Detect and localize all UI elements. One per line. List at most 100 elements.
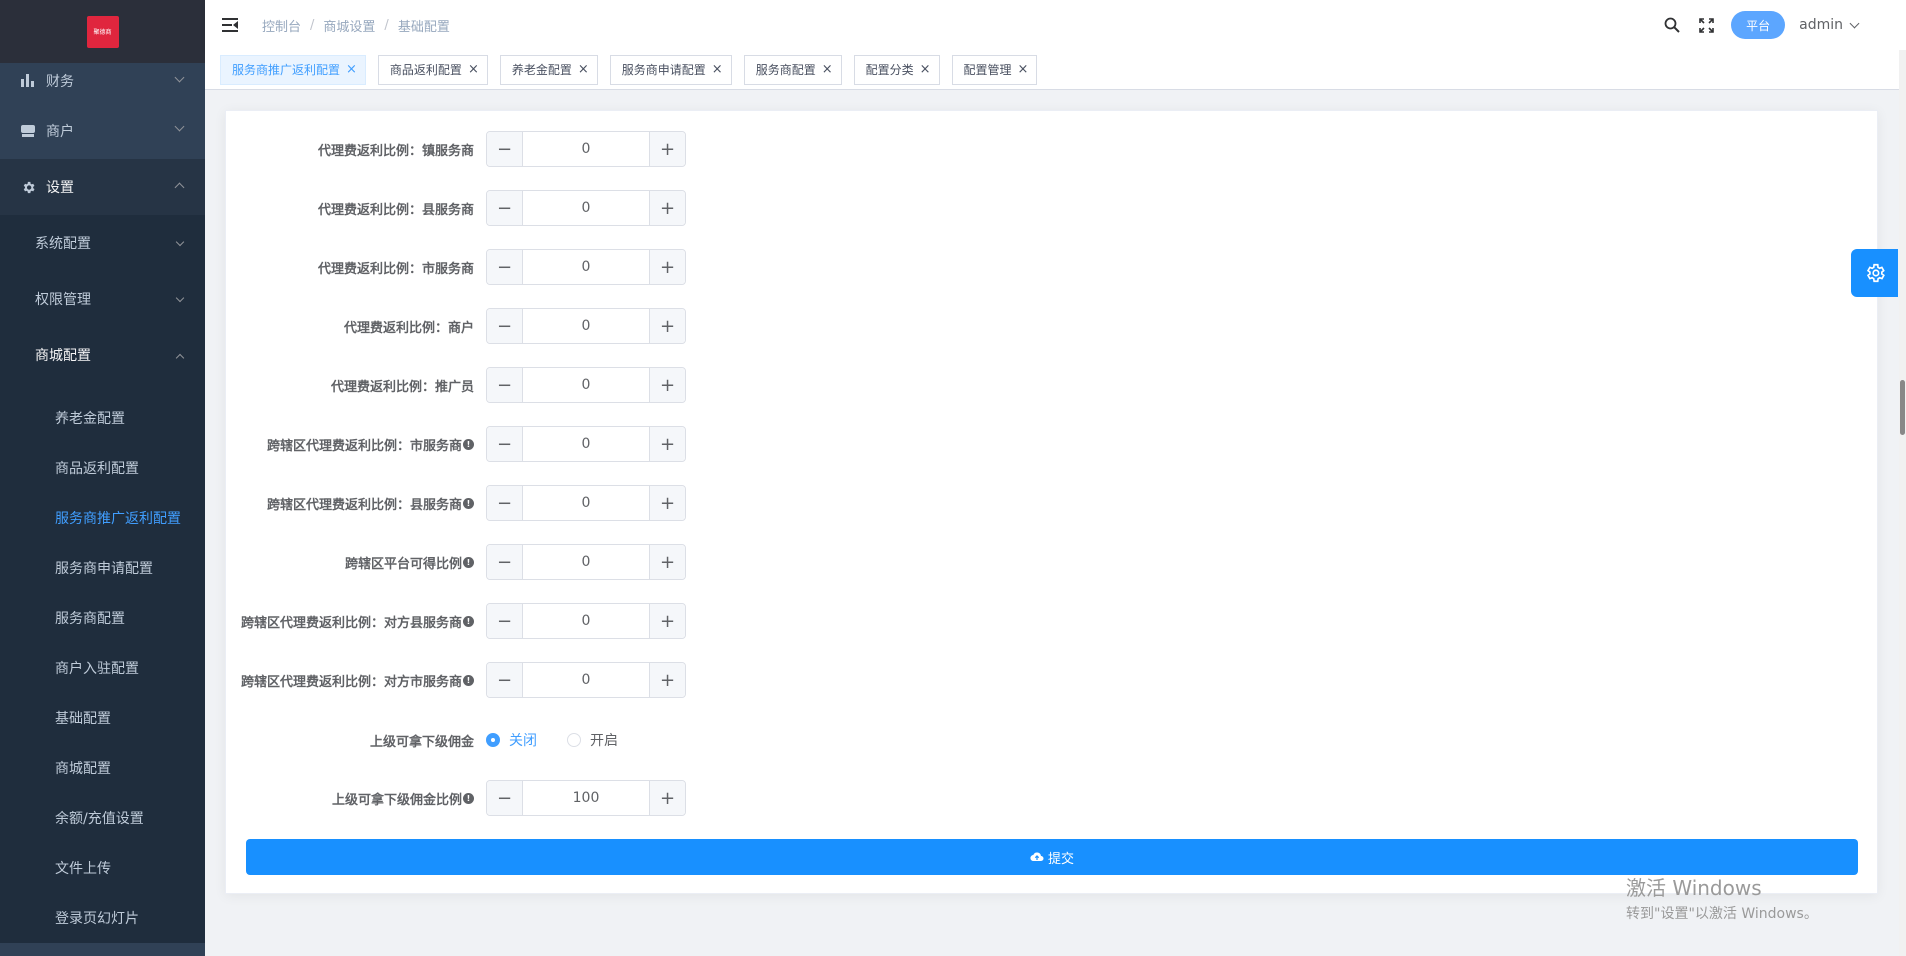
sidebar-item-system-config[interactable]: 系统配置: [0, 215, 205, 271]
search-icon[interactable]: [1663, 16, 1681, 34]
submit-button[interactable]: 提交: [246, 839, 1858, 875]
decrement-button[interactable]: −: [487, 427, 523, 461]
stepper-input[interactable]: 0: [523, 545, 649, 579]
increment-button[interactable]: +: [649, 309, 685, 343]
sidebar-item-product-rebate[interactable]: 商品返利配置: [0, 443, 205, 493]
sidebar-item-mall-config[interactable]: 商城配置: [0, 327, 205, 383]
hamburger-icon[interactable]: [222, 18, 238, 32]
tab-provider-apply[interactable]: 服务商申请配置 ×: [609, 54, 732, 85]
decrement-button[interactable]: −: [487, 663, 523, 697]
tab-config-management[interactable]: 配置管理 ×: [951, 54, 1038, 85]
close-icon[interactable]: ×: [712, 62, 723, 77]
stepper-input[interactable]: 0: [523, 604, 649, 638]
sidebar-item-provider-config[interactable]: 服务商配置: [0, 593, 205, 643]
tab-provider-config[interactable]: 服务商配置 ×: [743, 54, 842, 85]
increment-button[interactable]: +: [649, 663, 685, 697]
breadcrumb-item[interactable]: 商城设置: [323, 16, 375, 35]
increment-button[interactable]: +: [649, 604, 685, 638]
stepper-input[interactable]: 0: [523, 486, 649, 520]
scrollbar-track[interactable]: [1899, 50, 1906, 956]
info-icon[interactable]: !: [463, 556, 474, 568]
decrement-button[interactable]: −: [487, 486, 523, 520]
increment-button[interactable]: +: [649, 427, 685, 461]
form-row: 跨辖区代理费返利比例：对方市服务商! −0 +: [226, 662, 1877, 698]
sidebar-item-pension-config[interactable]: 养老金配置: [0, 393, 205, 443]
info-icon[interactable]: !: [463, 615, 474, 627]
sidebar-item-provider-promo-rebate[interactable]: 服务商推广返利配置: [0, 493, 205, 543]
stepper-input[interactable]: 0: [523, 132, 649, 166]
close-icon[interactable]: ×: [468, 62, 479, 77]
sidebar-item-merchant-join[interactable]: 商户入驻配置: [0, 643, 205, 693]
stepper-input[interactable]: 0: [523, 309, 649, 343]
stepper-input[interactable]: 0: [523, 663, 649, 697]
tab-label: 服务商配置: [755, 63, 816, 77]
form-label-text: 代理费返利比例：镇服务商: [317, 143, 474, 159]
sidebar-item-label: 系统配置: [35, 236, 91, 252]
sidebar-item-basic-config[interactable]: 基础配置: [0, 693, 205, 743]
sidebar-item-merchant[interactable]: 商户: [0, 103, 205, 159]
close-icon[interactable]: ×: [578, 62, 589, 77]
sidebar-item-finance[interactable]: 财务: [0, 58, 205, 103]
tab-pension-config[interactable]: 养老金配置 ×: [499, 54, 598, 85]
sidebar-item-file-upload[interactable]: 文件上传: [0, 843, 205, 893]
platform-button[interactable]: 平台: [1731, 11, 1786, 39]
close-icon[interactable]: ×: [920, 62, 931, 77]
form-label-text: 跨辖区代理费返利比例：县服务商: [266, 497, 462, 513]
tab-label: 服务商推广返利配置: [232, 63, 341, 77]
decrement-button[interactable]: −: [487, 250, 523, 284]
decrement-button[interactable]: −: [487, 368, 523, 402]
form-label-text: 代理费返利比例：推广员: [330, 379, 474, 395]
logo-text: 聚德商: [93, 29, 112, 36]
stepper-input[interactable]: 100: [523, 781, 649, 815]
decrement-button[interactable]: −: [487, 545, 523, 579]
radio-on[interactable]: 开启: [567, 730, 618, 750]
logo[interactable]: 聚德商: [86, 15, 119, 48]
increment-button[interactable]: +: [649, 781, 685, 815]
info-icon[interactable]: !: [463, 792, 474, 804]
fullscreen-icon[interactable]: [1697, 16, 1715, 34]
tab-provider-promo-rebate[interactable]: 服务商推广返利配置 ×: [220, 54, 366, 85]
increment-button[interactable]: +: [649, 191, 685, 225]
increment-button[interactable]: +: [649, 250, 685, 284]
form-label-text: 跨辖区代理费返利比例：对方县服务商: [240, 615, 462, 631]
decrement-button[interactable]: −: [487, 781, 523, 815]
info-icon[interactable]: !: [463, 497, 474, 509]
settings-submenu: 系统配置 权限管理 商城配置 养老金配置 商品返利配置 服务商推广返利配置 服务…: [0, 215, 205, 943]
chevron-down-icon[interactable]: [1849, 18, 1860, 28]
decrement-button[interactable]: −: [487, 132, 523, 166]
close-icon[interactable]: ×: [1018, 62, 1029, 77]
decrement-button[interactable]: −: [487, 191, 523, 225]
increment-button[interactable]: +: [649, 545, 685, 579]
increment-button[interactable]: +: [649, 368, 685, 402]
sidebar-item-permissions[interactable]: 权限管理: [0, 271, 205, 327]
breadcrumb-item[interactable]: 控制台: [262, 16, 301, 35]
tab-config-category[interactable]: 配置分类 ×: [853, 54, 940, 85]
info-icon[interactable]: !: [463, 438, 474, 450]
settings-float-button[interactable]: [1851, 249, 1898, 297]
scrollbar-thumb[interactable]: [1900, 380, 1905, 435]
radio-off[interactable]: 关闭: [486, 730, 537, 750]
stepper-input[interactable]: 0: [523, 427, 649, 461]
sidebar-item-provider-apply[interactable]: 服务商申请配置: [0, 543, 205, 593]
tab-label: 服务商申请配置: [621, 63, 706, 77]
decrement-button[interactable]: −: [487, 309, 523, 343]
sidebar-item-settings[interactable]: 设置: [0, 159, 205, 215]
sidebar-item-mall-settings[interactable]: 商城配置: [0, 743, 205, 793]
user-menu[interactable]: admin: [1799, 17, 1843, 33]
close-icon[interactable]: ×: [822, 62, 833, 77]
increment-button[interactable]: +: [649, 132, 685, 166]
quantity-stepper: −0 +: [486, 544, 686, 580]
quantity-stepper: −0 +: [486, 603, 686, 639]
sidebar-item-login-slides[interactable]: 登录页幻灯片: [0, 893, 205, 943]
stepper-input[interactable]: 0: [523, 191, 649, 225]
info-icon[interactable]: !: [463, 674, 474, 686]
tags-view: 服务商推广返利配置 × 商品返利配置 × 养老金配置 × 服务商申请配置 × 服务商配置…: [205, 50, 1906, 90]
sidebar-item-balance-recharge[interactable]: 余额/充值设置: [0, 793, 205, 843]
increment-button[interactable]: +: [649, 486, 685, 520]
stepper-input[interactable]: 0: [523, 368, 649, 402]
stepper-input[interactable]: 0: [523, 250, 649, 284]
close-icon[interactable]: ×: [346, 62, 357, 77]
decrement-button[interactable]: −: [487, 604, 523, 638]
chevron-up-icon: [175, 353, 185, 363]
tab-product-rebate[interactable]: 商品返利配置 ×: [377, 54, 488, 85]
